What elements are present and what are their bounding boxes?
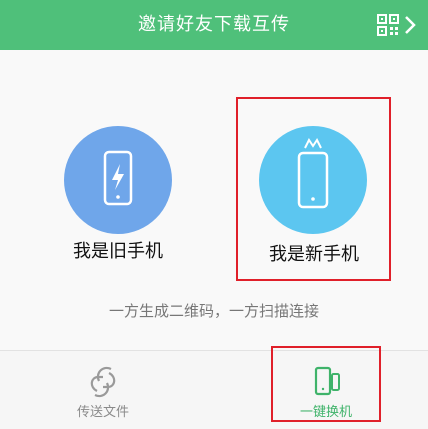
qr-code-icon: [377, 14, 416, 36]
top-bar: 邀请好友下载互传: [0, 0, 428, 50]
highlight-switch-tab: [271, 346, 381, 422]
link-icon: [90, 366, 116, 398]
tab-label: 传送文件: [76, 405, 129, 420]
qr-code-button[interactable]: [376, 12, 420, 38]
old-phone-label[interactable]: 我是旧手机: [43, 237, 193, 263]
old-phone-button[interactable]: [64, 126, 172, 234]
hint-text: 一方生成二维码，一方扫描连接: [108, 302, 319, 320]
phone-charging-icon: [103, 150, 133, 206]
highlight-new-phone: [236, 97, 391, 281]
page-title: 邀请好友下载互传: [138, 14, 290, 35]
tab-transfer-files[interactable]: 传送文件: [43, 351, 163, 429]
chevron-right-icon: [405, 16, 416, 34]
